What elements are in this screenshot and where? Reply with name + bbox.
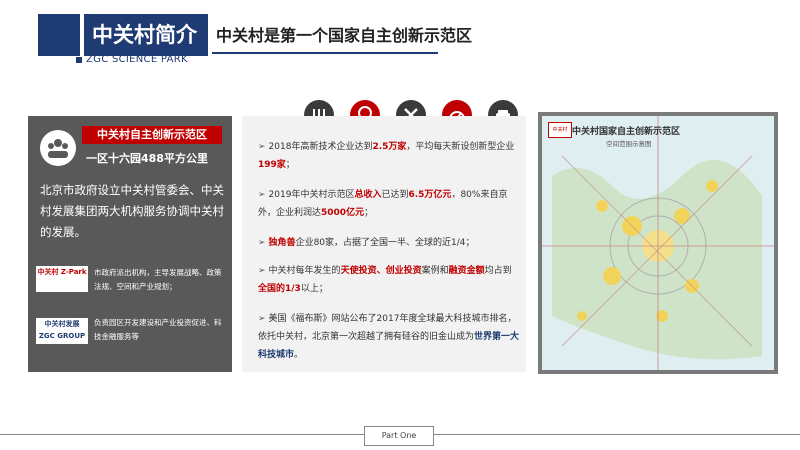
stat-bullet-forbes: ➢ 美国《福布斯》网站公布了2017年度全球最大科技城市排名，依托中关村，北京第一… (258, 310, 520, 364)
zone-area-label: 一区十六园488平方公里 (86, 152, 208, 165)
section-label: Part One (364, 426, 434, 446)
arrow-icon: ➢ (258, 314, 266, 324)
stat-bullet-investment: ➢ 中关村每年发生的天使投资、创业投资案例和融资金额均占到全国的1/3以上； (258, 262, 520, 298)
highlight: 199家 (258, 160, 286, 170)
text: ； (285, 160, 295, 170)
intro-description: 北京市政府设立中关村管委会、中关村发展集团两大机构服务协调中关村的发展。 (40, 183, 224, 239)
stat-bullet-unicorn: ➢ 独角兽企业80家，占据了全国一半、全球的近1/4； (258, 234, 520, 252)
zpark-logo: 中关村 Z-Park (36, 266, 88, 292)
text: 以上； (300, 284, 328, 294)
text: 中关村每年发生的 (268, 266, 341, 276)
stat-bullet-revenue: ➢ 2019年中关村示范区总收入已达到6.5万亿元，80%来自京外，企业利润达50… (258, 186, 520, 222)
main-heading: 中关村是第一个国家自主创新示范区 (216, 26, 473, 45)
highlight: 5000亿元 (321, 208, 365, 218)
stat-bullet-high-tech: ➢ 2018年高新技术企业达到2.5万家，平均每天新设创新型企业 199家； (258, 138, 520, 174)
text: ； (364, 208, 374, 218)
map-subtitle: 空间范围示意图 (606, 140, 652, 148)
footer-line-left (0, 434, 364, 435)
heading-underline (212, 52, 438, 54)
text: 已达到 (381, 190, 409, 200)
text: 均占到 (484, 266, 512, 276)
highlight: 总收入 (354, 190, 382, 200)
subtitle-marker (76, 57, 82, 63)
highlight: 融资金额 (448, 266, 485, 276)
highlight: 6.5万亿元 (408, 190, 452, 200)
text: ，平均每天新设创新型企业 (406, 142, 515, 152)
text: 2018年高新技术企业达到 (268, 142, 373, 152)
text: 企业80家，占据了全国一半、全球的近1/4； (295, 238, 475, 248)
arrow-icon: ➢ (258, 266, 266, 276)
page-subtitle: ZGC SCIENCE PARK (86, 54, 188, 65)
zone-title-badge: 中关村自主创新示范区 (82, 126, 222, 144)
zgc-group-logo: 中关村发展 ZGC GROUP (36, 318, 88, 344)
org2-description: 负责园区开发建设和产业投资促进、科技金融服务等 (94, 318, 222, 341)
zone-map (542, 116, 774, 370)
highlight: 全国的1/3 (258, 284, 301, 294)
highlight: 2.5万家 (372, 142, 407, 152)
arrow-icon: ➢ (258, 190, 266, 200)
text: 案例和 (421, 266, 449, 276)
page-title: 中关村简介 (84, 14, 208, 56)
org1-description: 市政府派出机构，主导发展战略、政策法规、空间和产业规划； (94, 268, 222, 291)
highlight: 独角兽 (268, 238, 296, 248)
footer-line-right (434, 434, 800, 435)
map-logo: 中关村 (548, 122, 572, 138)
map-title: 中关村国家自主创新示范区 (572, 127, 681, 137)
people-icon (40, 130, 76, 166)
header-logo-square (38, 14, 80, 56)
text: 。 (294, 350, 304, 360)
arrow-icon: ➢ (258, 238, 266, 248)
arrow-icon: ➢ (258, 142, 266, 152)
highlight: 天使投资、创业投资 (340, 266, 422, 276)
text: 2019年中关村示范区 (268, 190, 355, 200)
